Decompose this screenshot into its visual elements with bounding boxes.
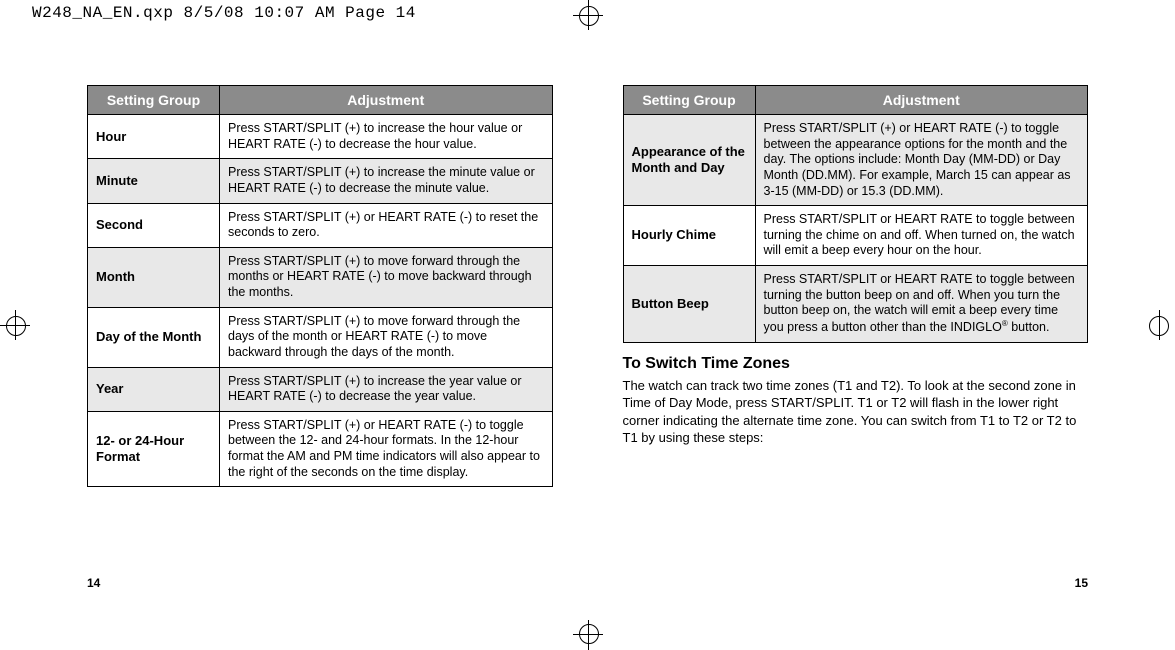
setting-group-label: Day of the Month	[88, 307, 220, 367]
setting-adjustment-text: Press START/SPLIT (+) to increase the ho…	[220, 115, 553, 159]
page-left: Setting Group Adjustment Hour Press STAR…	[87, 85, 553, 590]
adj-suffix: button.	[1008, 320, 1050, 334]
setting-adjustment-text: Press START/SPLIT (+) to increase the ye…	[220, 367, 553, 411]
setting-group-label: Second	[88, 203, 220, 247]
table-row: 12- or 24-Hour Format Press START/SPLIT …	[88, 411, 553, 487]
page-number-right: 15	[623, 564, 1089, 590]
table-row: Minute Press START/SPLIT (+) to increase…	[88, 159, 553, 203]
setting-group-label: Appearance of the Month and Day	[623, 115, 755, 206]
table-row: Month Press START/SPLIT (+) to move forw…	[88, 247, 553, 307]
setting-adjustment-text: Press START/SPLIT (+) to move forward th…	[220, 307, 553, 367]
setting-group-label: Hourly Chime	[623, 206, 755, 266]
table-row: Hour Press START/SPLIT (+) to increase t…	[88, 115, 553, 159]
table-row: Day of the Month Press START/SPLIT (+) t…	[88, 307, 553, 367]
setting-adjustment-text: Press START/SPLIT or HEART RATE to toggl…	[755, 206, 1088, 266]
setting-adjustment-text: Press START/SPLIT (+) or HEART RATE (-) …	[220, 203, 553, 247]
section-heading-switch-time-zones: To Switch Time Zones	[623, 355, 1089, 373]
settings-table-right: Setting Group Adjustment Appearance of t…	[623, 85, 1089, 343]
setting-adjustment-text: Press START/SPLIT (+) to move forward th…	[220, 247, 553, 307]
setting-group-label: Hour	[88, 115, 220, 159]
setting-group-label: Month	[88, 247, 220, 307]
table-row: Appearance of the Month and Day Press ST…	[623, 115, 1088, 206]
setting-adjustment-text: Press START/SPLIT (+) or HEART RATE (-) …	[220, 411, 553, 487]
col-header-group: Setting Group	[623, 86, 755, 115]
setting-adjustment-text: Press START/SPLIT (+) to increase the mi…	[220, 159, 553, 203]
table-row: Second Press START/SPLIT (+) or HEART RA…	[88, 203, 553, 247]
col-header-adjustment: Adjustment	[755, 86, 1088, 115]
table-row: Button Beep Press START/SPLIT or HEART R…	[623, 266, 1088, 343]
table-row: Hourly Chime Press START/SPLIT or HEART …	[623, 206, 1088, 266]
setting-group-label: Button Beep	[623, 266, 755, 343]
settings-table-left: Setting Group Adjustment Hour Press STAR…	[87, 85, 553, 487]
setting-adjustment-text: Press START/SPLIT or HEART RATE to toggl…	[755, 266, 1088, 343]
table-row: Year Press START/SPLIT (+) to increase t…	[88, 367, 553, 411]
setting-adjustment-text: Press START/SPLIT (+) or HEART RATE (-) …	[755, 115, 1088, 206]
col-header-group: Setting Group	[88, 86, 220, 115]
page-number-left: 14	[87, 564, 553, 590]
setting-group-label: 12- or 24-Hour Format	[88, 411, 220, 487]
setting-group-label: Minute	[88, 159, 220, 203]
col-header-adjustment: Adjustment	[220, 86, 553, 115]
page-right: Setting Group Adjustment Appearance of t…	[623, 85, 1089, 590]
section-body-text: The watch can track two time zones (T1 a…	[623, 377, 1089, 447]
prepress-header: W248_NA_EN.qxp 8/5/08 10:07 AM Page 14	[32, 4, 416, 22]
setting-group-label: Year	[88, 367, 220, 411]
